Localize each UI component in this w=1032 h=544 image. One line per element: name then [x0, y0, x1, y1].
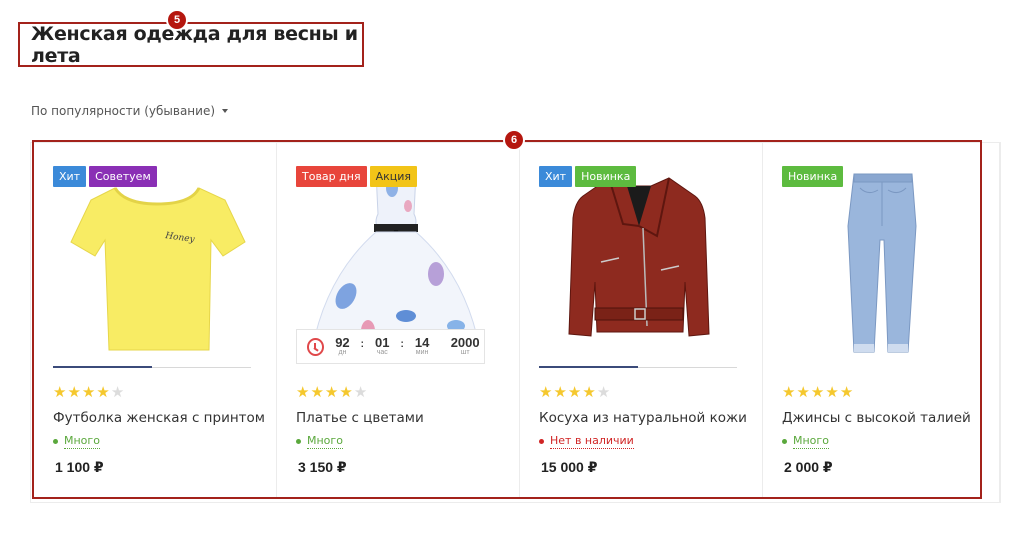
timer-days: 92 дн: [330, 336, 354, 357]
badge-new: Новинка: [782, 166, 844, 187]
rating-stars: ★ ★ ★ ★ ★: [53, 384, 125, 401]
stock-dot-icon: [296, 439, 301, 444]
badge-deal-of-day: Товар дня: [296, 166, 367, 187]
product-price: 15 000 ₽: [541, 459, 598, 475]
sort-dropdown[interactable]: По популярности (убывание): [31, 104, 229, 118]
timer-minutes: 14 мин: [410, 336, 434, 357]
product-card[interactable]: Хит Новинка ★ ★ ★ ★ ★ Косуха из натураль…: [520, 142, 763, 497]
caret-down-icon: [222, 109, 229, 113]
product-card[interactable]: Новинка ★ ★ ★ ★ ★ Джинсы с высокой талией: [763, 142, 1006, 497]
badge-list: Товар дня Акция: [296, 166, 418, 187]
badge-hit: Хит: [539, 166, 573, 187]
clock-icon: [307, 337, 325, 356]
stock-dot-icon: [782, 439, 787, 444]
product-price: 1 100 ₽: [55, 459, 104, 475]
timer-days-value: 92: [335, 334, 350, 350]
rating-stars: ★ ★ ★ ★ ★: [782, 384, 854, 401]
timer-minutes-label: мин: [415, 348, 429, 356]
annotation-marker-grid: 6: [503, 129, 525, 151]
sort-label: По популярности (убывание): [31, 104, 216, 118]
product-name-link[interactable]: Платье с цветами: [296, 410, 424, 426]
badge-list: Новинка: [782, 166, 844, 187]
badge-promo: Акция: [369, 166, 418, 187]
product-card[interactable]: Товар дня Акция 92 дн: 01 час: 14 мин …: [277, 142, 520, 497]
product-cards: Хит Советуем Honey ★ ★ ★ ★ ★ Футболка женска…: [34, 142, 1006, 497]
stock-dot-icon: [53, 439, 58, 444]
stock-text: Много: [64, 434, 100, 449]
stock-status: Много: [296, 434, 343, 449]
jeans-icon[interactable]: [782, 166, 982, 366]
badge-hit: Хит: [53, 166, 87, 187]
annotation-marker-title: 5: [166, 9, 188, 31]
yellow-tshirt-icon[interactable]: Honey: [53, 166, 253, 366]
badge-new: Новинка: [575, 166, 637, 187]
timer-hours-value: 01: [375, 334, 390, 350]
image-slider-bar[interactable]: [539, 366, 737, 368]
category-title-box: Женская одежда для весны и лета: [18, 22, 364, 67]
product-card[interactable]: Хит Советуем Honey ★ ★ ★ ★ ★ Футболка женска…: [34, 142, 277, 497]
badge-recommend: Советуем: [89, 166, 157, 187]
product-name-link[interactable]: Джинсы с высокой талией: [782, 410, 971, 426]
product-grid: Хит Советуем Honey ★ ★ ★ ★ ★ Футболка женска…: [32, 140, 982, 499]
stock-text: Много: [307, 434, 343, 449]
stock-dot-icon: [539, 439, 544, 444]
timer-separator: :: [400, 339, 404, 350]
badge-list: Хит Советуем: [53, 166, 157, 187]
rating-stars: ★ ★ ★ ★ ★: [296, 384, 368, 401]
timer-quantity: 2000 шт: [446, 336, 484, 357]
product-price: 3 150 ₽: [298, 459, 347, 475]
stock-status: Много: [53, 434, 100, 449]
leather-jacket-icon[interactable]: [539, 166, 739, 366]
product-name-link[interactable]: Косуха из натуральной кожи: [539, 410, 747, 426]
product-name-link[interactable]: Футболка женская с принтом: [53, 410, 265, 426]
deal-countdown: 92 дн : 01 час : 14 мин 2000 шт: [296, 329, 485, 364]
timer-hours-label: час: [376, 348, 388, 356]
stock-status: Нет в наличии: [539, 434, 634, 449]
stock-text: Нет в наличии: [550, 434, 634, 449]
timer-days-label: дн: [338, 348, 347, 356]
stock-status: Много: [782, 434, 829, 449]
badge-list: Хит Новинка: [539, 166, 637, 187]
timer-qty-value: 2000: [450, 334, 480, 350]
timer-qty-label: шт: [460, 348, 470, 356]
stock-text: Много: [793, 434, 829, 449]
timer-minutes-value: 14: [414, 334, 430, 350]
image-slider-bar[interactable]: [53, 366, 251, 368]
product-price: 2 000 ₽: [784, 459, 833, 475]
rating-stars: ★ ★ ★ ★ ★: [539, 384, 611, 401]
timer-separator: :: [360, 339, 365, 350]
page-title: Женская одежда для весны и лета: [31, 22, 358, 67]
timer-hours: 01 час: [370, 336, 394, 357]
